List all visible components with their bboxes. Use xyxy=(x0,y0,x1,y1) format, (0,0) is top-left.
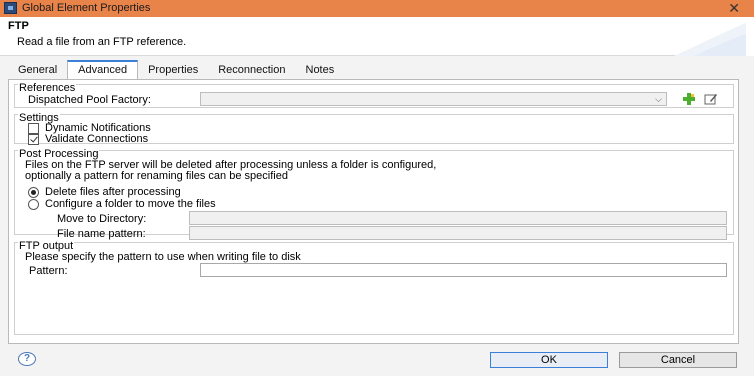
delete-files-label: Delete files after processing xyxy=(45,186,181,198)
references-legend: References xyxy=(18,82,77,94)
window-title: Global Element Properties xyxy=(22,2,151,14)
help-icon[interactable]: ? xyxy=(18,352,36,366)
header-description: Read a file from an FTP reference. xyxy=(17,36,187,48)
dialog-body: General Advanced Properties Reconnection… xyxy=(0,56,754,376)
pattern-label: Pattern: xyxy=(29,265,68,277)
move-directory-label: Move to Directory: xyxy=(57,213,147,225)
post-processing-group: Post Processing Files on the FTP server … xyxy=(14,149,734,240)
edit-icon[interactable] xyxy=(704,92,718,106)
add-icon[interactable] xyxy=(682,92,696,106)
cancel-button[interactable]: Cancel xyxy=(619,352,737,368)
move-files-label: Configure a folder to move the files xyxy=(45,198,216,210)
validate-connections-checkbox[interactable] xyxy=(28,134,39,145)
app-icon xyxy=(4,2,17,14)
ftp-output-description: Please specify the pattern to use when w… xyxy=(25,251,301,263)
pattern-input[interactable] xyxy=(200,263,727,277)
post-processing-description-2: optionally a pattern for renaming files … xyxy=(25,170,288,182)
ftp-output-group: FTP output Please specify the pattern to… xyxy=(14,241,734,335)
validate-connections-label: Validate Connections xyxy=(45,133,149,145)
delete-files-radio[interactable] xyxy=(28,187,39,198)
title-bar: Global Element Properties ✕ xyxy=(0,0,754,17)
header-banner-graphic xyxy=(674,19,754,56)
dialog-footer: ? OK Cancel xyxy=(0,344,754,376)
tab-bar: General Advanced Properties Reconnection… xyxy=(8,60,345,80)
references-group: References Dispatched Pool Factory: ⌵ xyxy=(14,82,734,108)
tab-reconnection[interactable]: Reconnection xyxy=(208,62,295,80)
move-files-radio[interactable] xyxy=(28,199,39,210)
dialog-header: FTP Read a file from an FTP reference. xyxy=(0,17,754,56)
header-title: FTP xyxy=(8,20,29,32)
move-directory-input[interactable] xyxy=(189,211,727,225)
file-name-pattern-label: File name pattern: xyxy=(57,228,146,240)
file-name-pattern-input[interactable] xyxy=(189,226,727,240)
chevron-down-icon[interactable]: ⌵ xyxy=(655,94,662,105)
pool-factory-label: Dispatched Pool Factory: xyxy=(28,94,151,106)
tab-properties[interactable]: Properties xyxy=(138,62,208,80)
advanced-panel: References Dispatched Pool Factory: ⌵ Se… xyxy=(8,79,739,344)
close-icon[interactable]: ✕ xyxy=(728,0,740,17)
tab-notes[interactable]: Notes xyxy=(296,62,345,80)
tab-advanced[interactable]: Advanced xyxy=(67,60,139,80)
ok-button[interactable]: OK xyxy=(490,352,608,368)
settings-group: Settings Dynamic Notifications Validate … xyxy=(14,113,734,145)
pool-factory-select[interactable]: ⌵ xyxy=(200,92,667,106)
tab-general[interactable]: General xyxy=(8,62,67,80)
dynamic-notifications-checkbox[interactable] xyxy=(28,123,39,134)
